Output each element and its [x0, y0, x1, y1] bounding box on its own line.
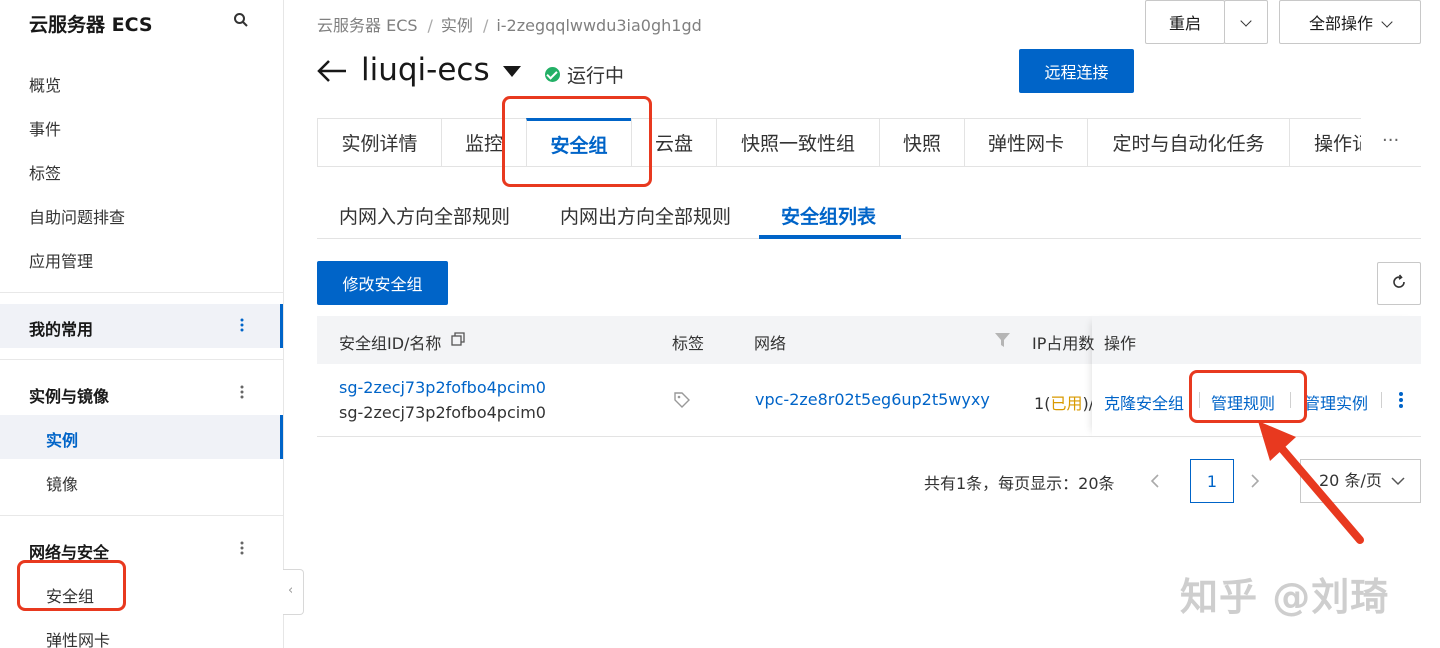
tab-snapshot[interactable]: 快照 [879, 118, 964, 167]
security-group-name: sg-2zecj73p2fofbo4pcim0 [339, 403, 546, 422]
sidebar-item-events[interactable]: 事件 [29, 116, 61, 140]
more-vertical-icon[interactable] [240, 540, 244, 556]
breadcrumb: 云服务器 ECS / 实例 / i-2zegqqlwwdu3ia0gh1gd [317, 12, 708, 36]
sidebar-item-app-management[interactable]: 应用管理 [29, 248, 93, 272]
sidebar-item-instance[interactable]: 实例 [46, 427, 78, 451]
sidebar-divider [0, 515, 283, 516]
tab-snapshot-consistency-group[interactable]: 快照一致性组 [716, 118, 879, 167]
more-tabs-icon[interactable]: ··· [1382, 130, 1399, 151]
watermark: 知乎 @刘琦 [1180, 575, 1390, 619]
active-indicator [280, 415, 283, 459]
breadcrumb-item-ecs[interactable]: 云服务器 ECS [317, 16, 418, 35]
tab-eni[interactable]: 弹性网卡 [964, 118, 1087, 167]
subtab-outbound-rules[interactable]: 内网出方向全部规则 [560, 202, 731, 229]
filter-icon[interactable] [995, 333, 1010, 347]
breadcrumb-item-instances[interactable]: 实例 [441, 16, 473, 35]
ip-count: 1 [1034, 394, 1045, 413]
restart-dropdown-button[interactable] [1224, 0, 1268, 44]
sidebar-item-eni[interactable]: 弹性网卡 [46, 627, 110, 648]
copy-icon[interactable] [451, 332, 466, 347]
sidebar-item-overview[interactable]: 概览 [29, 72, 61, 96]
chevron-left-icon[interactable] [1150, 474, 1160, 488]
sidebar-item-tags[interactable]: 标签 [29, 160, 61, 184]
more-vertical-icon[interactable] [1398, 391, 1404, 409]
subtab-inbound-rules[interactable]: 内网入方向全部规则 [339, 202, 510, 229]
status-text: 运行中 [567, 65, 625, 87]
subtab-active-indicator [759, 235, 901, 239]
more-vertical-icon[interactable] [240, 317, 244, 333]
page-title: liuqi-ecs [361, 52, 490, 88]
tabs-divider [317, 166, 1421, 167]
group-label: 实例与镜像 [29, 387, 110, 406]
check-circle-icon [545, 67, 560, 82]
all-actions-button[interactable]: 全部操作 [1279, 0, 1421, 44]
breadcrumb-separator: / [482, 16, 489, 35]
chevron-left-icon: ‹ [288, 583, 294, 598]
security-group-id-link[interactable]: sg-2zecj73p2fofbo4pcim0 [339, 378, 546, 397]
header-network: 网络 [754, 334, 787, 353]
refresh-icon [1393, 274, 1405, 288]
ip-paren-close: )/ [1082, 394, 1092, 413]
sidebar-group-instances-images[interactable]: 实例与镜像 [0, 371, 283, 415]
more-vertical-icon[interactable] [240, 384, 244, 400]
annotation-box-sidebar-security-group [17, 560, 126, 611]
breadcrumb-separator: / [427, 16, 433, 35]
pagination-summary: 共有1条，每页显示：20条 [924, 474, 1115, 493]
header-tags: 标签 [672, 334, 705, 353]
group-label: 我的常用 [29, 320, 94, 339]
header-id-name: 安全组ID/名称 [339, 334, 442, 353]
tab-instance-details[interactable]: 实例详情 [317, 118, 441, 167]
header-ip-usage: IP占用数 [1032, 334, 1094, 353]
sidebar-title: 云服务器 ECS [29, 14, 153, 36]
clone-security-group-link[interactable]: 克隆安全组 [1104, 390, 1184, 414]
sidebar-item-image[interactable]: 镜像 [46, 471, 78, 495]
annotation-arrow-icon [1258, 421, 1364, 544]
ip-used-label: 已用 [1050, 394, 1083, 413]
sidebar-item-instance-bg [0, 415, 283, 459]
chevron-down-icon [1381, 16, 1393, 28]
chevron-down-icon [1240, 14, 1252, 27]
chevron-down-icon [1391, 477, 1405, 486]
status-badge: 运行中 [545, 61, 624, 88]
breadcrumb-item-instance-id: i-2zegqqlwwdu3ia0gh1gd [496, 16, 702, 35]
manage-instances-link[interactable]: 管理实例 [1304, 390, 1368, 414]
sidebar-group-favorites[interactable]: 我的常用 [0, 304, 283, 348]
active-indicator [280, 304, 283, 348]
pagination-current-page[interactable]: 1 [1190, 459, 1234, 503]
vpc-link[interactable]: vpc-2ze8r02t5eg6up2t5wyxy [755, 390, 990, 409]
back-arrow-icon[interactable] [316, 58, 348, 84]
all-actions-label: 全部操作 [1308, 14, 1373, 33]
remote-connect-button[interactable]: 远程连接 [1019, 49, 1134, 93]
tag-icon[interactable] [673, 391, 691, 409]
subtab-security-group-list[interactable]: 安全组列表 [781, 202, 876, 229]
annotation-box-security-tab [502, 96, 652, 187]
op-separator [1381, 392, 1382, 408]
modify-security-group-button[interactable]: 修改安全组 [317, 261, 448, 305]
search-icon[interactable] [233, 12, 249, 28]
sidebar: 云服务器 ECS 概览 事件 标签 自助问题排查 应用管理 我的常用 实例与镜像… [0, 0, 284, 648]
caret-down-icon[interactable] [503, 66, 521, 78]
sidebar-item-troubleshoot[interactable]: 自助问题排查 [29, 204, 125, 228]
tab-operation-log[interactable]: 操作记录 [1289, 118, 1361, 167]
sidebar-collapse-button[interactable]: ‹ [283, 569, 304, 615]
sidebar-divider [0, 292, 283, 293]
restart-button[interactable]: 重启 [1145, 0, 1225, 44]
refresh-button[interactable] [1377, 262, 1421, 305]
tab-scheduled-tasks[interactable]: 定时与自动化任务 [1087, 118, 1289, 167]
ip-usage-value: 1(已用)/ [1034, 390, 1092, 414]
sidebar-divider [0, 359, 283, 360]
